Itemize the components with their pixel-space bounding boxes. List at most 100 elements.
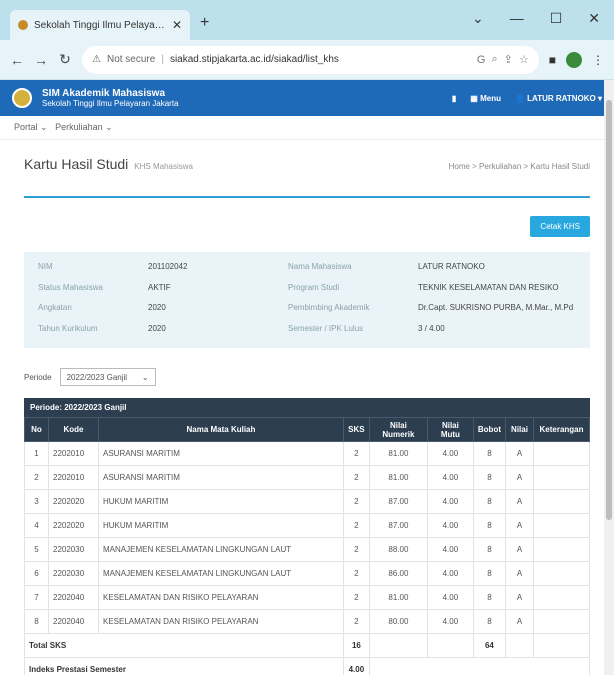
table-cell: 8 bbox=[472, 537, 507, 562]
table-row: 6 2202030 MANAJEMEN KESELAMATAN LINGKUNGAN… bbox=[24, 561, 590, 586]
table-cell: 87.00 bbox=[368, 489, 428, 514]
period-filter: Periode 2022/2023 Ganjil ⌄ bbox=[24, 348, 590, 386]
page-scrollbar[interactable] bbox=[604, 80, 614, 675]
table-cell: 86.00 bbox=[368, 561, 428, 586]
profile-avatar[interactable] bbox=[566, 51, 582, 68]
forward-icon[interactable]: → bbox=[34, 52, 48, 68]
panel-toolbar: Cetak KHS bbox=[24, 198, 590, 237]
new-tab-icon[interactable]: + bbox=[200, 14, 209, 32]
table-cell: 8 bbox=[24, 609, 49, 634]
back-icon[interactable]: ← bbox=[10, 52, 24, 68]
total-sks: 16 bbox=[342, 633, 370, 658]
table-cell bbox=[533, 609, 590, 634]
browser-menu-icon[interactable]: ⋮ bbox=[592, 53, 604, 67]
empty-cell bbox=[426, 633, 474, 658]
table-cell: 2202020 bbox=[48, 513, 99, 538]
table-cell bbox=[533, 537, 590, 562]
table-cell: ASURANSI MARITIM bbox=[98, 465, 344, 490]
info-label: Semester / IPK Lulus bbox=[288, 323, 364, 333]
col-nama: Nama Mata Kuliah bbox=[98, 417, 344, 442]
table-cell: HUKUM MARITIM bbox=[98, 489, 344, 514]
info-value: LATUR RATNOKO bbox=[418, 262, 485, 271]
total-row: Total SKS 16 64 bbox=[24, 633, 590, 658]
col-numerik: Nilai Numerik bbox=[368, 417, 428, 442]
table-cell: 80.00 bbox=[368, 609, 428, 634]
table-caption: Periode: 2022/2023 Ganjil bbox=[24, 398, 590, 417]
chevron-down-icon[interactable]: ⌄ bbox=[472, 10, 484, 27]
info-value: Dr.Capt. SUKRISNO PURBA, M.Mar., M.Pd bbox=[418, 303, 574, 312]
table-cell: A bbox=[505, 609, 534, 634]
table-cell bbox=[533, 489, 590, 514]
table-body: 1 2202010 ASURANSI MARITIM 2 81.00 4.00 8 A 2 220… bbox=[24, 441, 590, 634]
info-label: Tahun Kurikulum bbox=[38, 323, 98, 333]
table-cell: 8 bbox=[472, 609, 507, 634]
bookmark-star-icon[interactable]: ☆ bbox=[519, 53, 529, 66]
table-cell: 7 bbox=[24, 585, 49, 610]
table-cell: A bbox=[505, 585, 534, 610]
url-text[interactable]: siakad.stipjakarta.ac.id/siakad/list_khs bbox=[170, 54, 471, 65]
notification-icon[interactable]: ▮ bbox=[452, 94, 456, 103]
table-cell: 2 bbox=[342, 465, 370, 490]
menu-button[interactable]: ▦ Menu bbox=[470, 94, 501, 103]
user-menu-button[interactable]: 👤 LATUR RATNOKO ▾ bbox=[515, 94, 602, 103]
table-cell: 2202020 bbox=[48, 489, 99, 514]
table-cell: 81.00 bbox=[368, 465, 428, 490]
google-icon[interactable]: G bbox=[477, 54, 486, 66]
minimize-icon[interactable]: — bbox=[510, 10, 524, 27]
empty-cell bbox=[368, 657, 591, 675]
info-label: Pembimbing Akademik bbox=[288, 303, 370, 312]
table-cell: 4.00 bbox=[426, 441, 474, 466]
share-icon[interactable]: ⇪ bbox=[504, 53, 513, 66]
table-cell bbox=[533, 561, 590, 586]
tab-title: Sekolah Tinggi Ilmu Pelayaran Ja bbox=[34, 19, 168, 31]
page-subtitle: KHS Mahasiswa bbox=[134, 162, 193, 171]
extension-icon[interactable]: ■ bbox=[549, 53, 556, 67]
app-header: SIM Akademik Mahasiswa Sekolah Tinggi Il… bbox=[0, 80, 614, 116]
table-cell: 4.00 bbox=[426, 537, 474, 562]
table-cell: 2 bbox=[342, 489, 370, 514]
table-cell: 2 bbox=[342, 561, 370, 586]
info-value: 3 / 4.00 bbox=[418, 323, 445, 333]
col-mutu: Nilai Mutu bbox=[426, 417, 474, 442]
maximize-icon[interactable]: ☐ bbox=[550, 10, 563, 27]
table-cell: 4.00 bbox=[426, 513, 474, 538]
warning-icon[interactable]: ⚠ bbox=[92, 54, 101, 65]
table-cell bbox=[533, 513, 590, 538]
browser-tab[interactable]: Sekolah Tinggi Ilmu Pelayaran Ja ✕ bbox=[10, 10, 190, 40]
empty-cell bbox=[505, 633, 534, 658]
table-cell: 87.00 bbox=[368, 513, 428, 538]
zoom-icon[interactable]: ⌕ bbox=[491, 53, 497, 66]
info-label: Nama Mahasiswa bbox=[288, 262, 352, 271]
brand-subtitle: Sekolah Tinggi Ilmu Pelayaran Jakarta bbox=[42, 99, 179, 108]
khs-table: No Kode Nama Mata Kuliah SKS Nilai Numer… bbox=[24, 417, 591, 675]
close-tab-icon[interactable]: ✕ bbox=[172, 18, 182, 32]
reload-icon[interactable]: ↻ bbox=[58, 51, 72, 68]
table-cell: 2 bbox=[342, 537, 370, 562]
info-label: Program Studi bbox=[288, 282, 340, 292]
table-cell: 2 bbox=[342, 513, 370, 538]
period-select[interactable]: 2022/2023 Ganjil ⌄ bbox=[59, 368, 156, 386]
print-khs-button[interactable]: Cetak KHS bbox=[530, 215, 590, 237]
table-cell: 1 bbox=[24, 441, 49, 466]
table-cell: 81.00 bbox=[368, 441, 428, 466]
col-no: No bbox=[24, 417, 49, 442]
table-cell: 8 bbox=[472, 441, 507, 466]
table-cell: 8 bbox=[472, 465, 507, 490]
table-cell: 2 bbox=[24, 465, 49, 490]
nav-portal[interactable]: Portal bbox=[14, 122, 38, 132]
table-cell: 3 bbox=[24, 489, 49, 514]
table-cell bbox=[533, 585, 590, 610]
table-row: 1 2202010 ASURANSI MARITIM 2 81.00 4.00 8 A bbox=[24, 441, 590, 466]
close-window-icon[interactable]: ✕ bbox=[588, 10, 600, 27]
url-bar[interactable]: ⚠ Not secure | siakad.stipjakarta.ac.id/… bbox=[82, 45, 539, 74]
info-label: Angkatan bbox=[38, 303, 72, 312]
table-cell: 2202010 bbox=[48, 441, 99, 466]
scrollbar-thumb[interactable] bbox=[606, 100, 612, 520]
nav-perkuliahan[interactable]: Perkuliahan bbox=[55, 122, 103, 132]
table-cell: 6 bbox=[24, 561, 49, 586]
info-label: NIM bbox=[38, 262, 53, 271]
breadcrumb[interactable]: Home > Perkuliahan > Kartu Hasil Studi bbox=[449, 162, 590, 171]
table-cell: 4 bbox=[24, 513, 49, 538]
table-cell: A bbox=[505, 489, 534, 514]
table-row: 8 2202040 KESELAMATAN DAN RISIKO PELAYARAN… bbox=[24, 609, 590, 634]
